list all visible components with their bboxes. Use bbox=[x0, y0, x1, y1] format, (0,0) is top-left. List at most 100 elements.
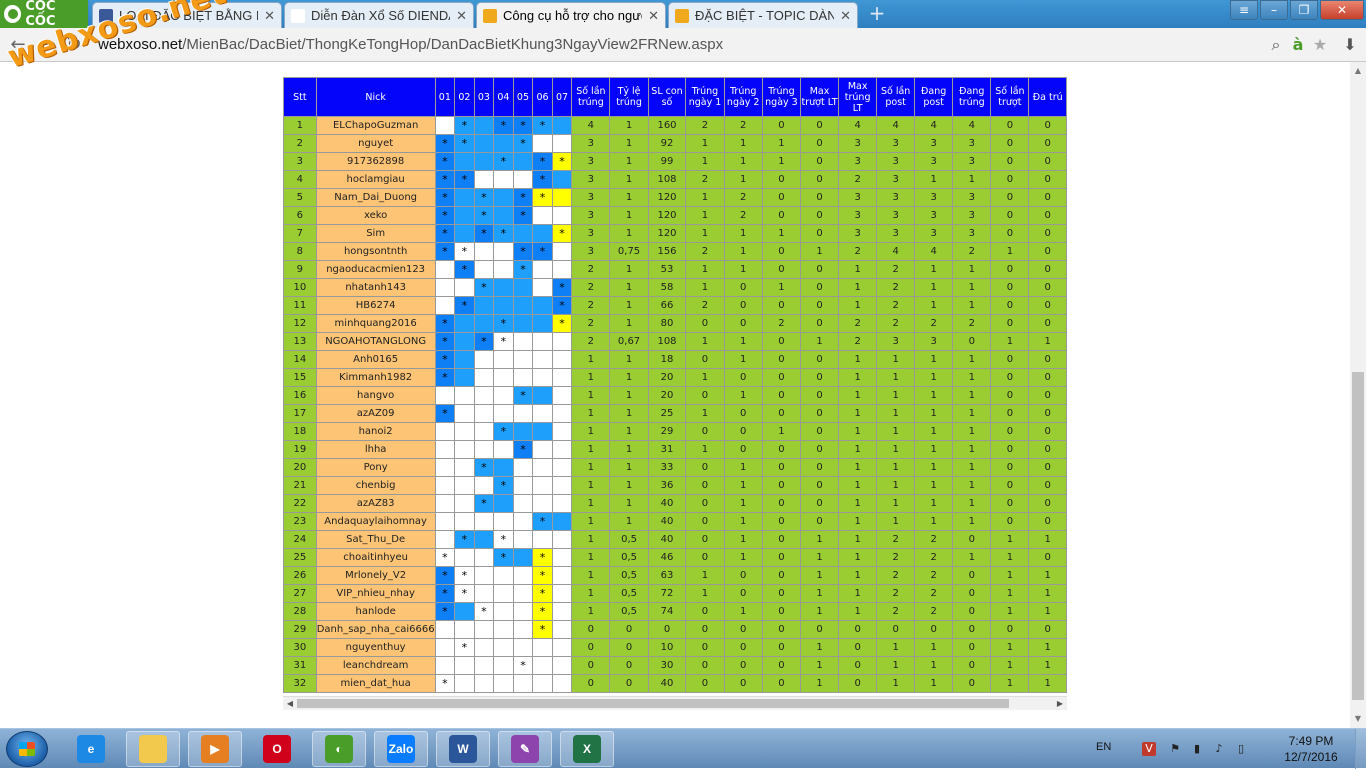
nick-cell[interactable]: 917362898 bbox=[315, 152, 436, 171]
minimize-button[interactable]: – bbox=[1260, 0, 1288, 20]
battery-icon[interactable]: ▯ bbox=[1234, 742, 1248, 756]
column-header[interactable]: 07 bbox=[551, 77, 573, 117]
day-03-cell: * bbox=[473, 224, 495, 243]
column-header[interactable]: 06 bbox=[532, 77, 553, 117]
scroll-right-icon[interactable]: ▶ bbox=[1053, 697, 1067, 710]
nick-cell[interactable]: ngaoducacmien123 bbox=[315, 260, 436, 279]
network-icon[interactable]: ▮ bbox=[1190, 742, 1204, 756]
taskbar-app[interactable]: O bbox=[250, 731, 304, 767]
nick-cell[interactable]: xeko bbox=[315, 206, 436, 225]
close-tab-icon[interactable]: ✕ bbox=[456, 8, 467, 24]
new-tab-button[interactable]: + bbox=[866, 3, 888, 24]
column-header[interactable]: 01 bbox=[434, 77, 456, 117]
nick-cell[interactable]: minhquang2016 bbox=[315, 314, 436, 333]
start-button[interactable] bbox=[6, 731, 48, 767]
nick-cell[interactable]: azAZ09 bbox=[315, 404, 436, 423]
nick-cell[interactable]: lhha bbox=[315, 440, 436, 459]
nick-cell[interactable]: hongsontnth bbox=[315, 242, 436, 261]
column-header[interactable]: Số lần trượt bbox=[990, 77, 1030, 117]
column-header[interactable]: Đang trúng bbox=[952, 77, 992, 117]
column-header[interactable]: 05 bbox=[512, 77, 534, 117]
nick-cell[interactable]: mien_dat_hua bbox=[315, 674, 436, 693]
column-header[interactable]: 04 bbox=[493, 77, 514, 117]
nick-cell[interactable]: NGOAHOTANGLONG bbox=[315, 332, 436, 351]
nick-cell[interactable]: Sim bbox=[315, 224, 436, 243]
nick-cell[interactable]: ELChapoGuzman bbox=[315, 116, 436, 135]
volume-icon[interactable]: ♪ bbox=[1212, 742, 1226, 756]
nick-cell[interactable]: hangvo bbox=[315, 386, 436, 405]
nick-cell[interactable]: hanoi2 bbox=[315, 422, 436, 441]
column-header[interactable]: Đa trú bbox=[1028, 77, 1067, 117]
window-options-button[interactable]: ≡ bbox=[1230, 0, 1258, 20]
antivirus-icon[interactable]: V bbox=[1142, 742, 1156, 756]
nick-cell[interactable]: nguyenthuy bbox=[315, 638, 436, 657]
maximize-button[interactable]: ❐ bbox=[1290, 0, 1318, 20]
column-header[interactable]: Trúng ngày 2 bbox=[723, 77, 763, 117]
taskbar-app[interactable]: X bbox=[560, 731, 614, 767]
taskbar-app[interactable]: ◐ bbox=[312, 731, 366, 767]
bookmark-star-icon[interactable]: ★ bbox=[1310, 35, 1330, 55]
nick-cell[interactable]: Anh0165 bbox=[315, 350, 436, 369]
vertical-scroll-thumb[interactable] bbox=[1352, 372, 1364, 700]
column-header[interactable]: 03 bbox=[473, 77, 495, 117]
nick-cell[interactable]: Sat_Thu_De bbox=[315, 530, 436, 549]
taskbar-app[interactable]: ✎ bbox=[498, 731, 552, 767]
column-header[interactable]: Số lần trúng bbox=[571, 77, 611, 117]
column-header[interactable]: Đang post bbox=[914, 77, 954, 117]
column-header[interactable]: Nick bbox=[315, 77, 436, 117]
nick-cell[interactable]: nhatanh143 bbox=[315, 278, 436, 297]
show-desktop-button[interactable] bbox=[1355, 729, 1366, 769]
nick-cell[interactable]: nguyet bbox=[315, 134, 436, 153]
taskbar-app[interactable]: e bbox=[64, 731, 118, 767]
nick-cell[interactable]: Pony bbox=[315, 458, 436, 477]
taskbar-app[interactable]: W bbox=[436, 731, 490, 767]
column-header[interactable]: Max trúng LT bbox=[838, 77, 878, 117]
vertical-scrollbar[interactable]: ▲ ▼ bbox=[1350, 62, 1366, 728]
stat-cell: 0 bbox=[800, 170, 840, 189]
nick-cell[interactable]: Danh_sap_nha_cai6666 bbox=[315, 620, 436, 639]
nick-cell[interactable]: VIP_nhieu_nhay bbox=[315, 584, 436, 603]
clock[interactable]: 7:49 PM 12/7/2016 bbox=[1276, 733, 1346, 765]
download-icon[interactable]: ⬇ bbox=[1340, 35, 1360, 55]
nick-cell[interactable]: chenbig bbox=[315, 476, 436, 495]
column-header[interactable]: SL con số bbox=[647, 77, 687, 117]
column-header[interactable]: Số lần post bbox=[876, 77, 916, 117]
nick-cell[interactable]: Andaquaylaihomnay bbox=[315, 512, 436, 531]
vietnamese-input-icon[interactable]: à bbox=[1288, 35, 1308, 55]
browser-tab[interactable]: Công cụ hỗ trợ cho người ✕ bbox=[476, 2, 666, 28]
column-header[interactable]: Tỷ lệ trúng bbox=[609, 77, 649, 117]
language-indicator[interactable]: EN bbox=[1096, 741, 1111, 753]
close-tab-icon[interactable]: ✕ bbox=[264, 8, 275, 24]
nick-cell[interactable]: Mrlonely_V2 bbox=[315, 566, 436, 585]
taskbar-app[interactable] bbox=[126, 731, 180, 767]
browser-tab[interactable]: Diễn Đàn Xổ Số DIENDAN ✕ bbox=[284, 2, 474, 28]
column-header[interactable]: Max trượt LT bbox=[800, 77, 840, 117]
horizontal-scrollbar[interactable]: ◀ ▶ bbox=[283, 696, 1067, 710]
nick-cell[interactable]: choaitinhyeu bbox=[315, 548, 436, 567]
column-header[interactable]: Trúng ngày 3 bbox=[761, 77, 802, 117]
nick-cell[interactable]: hoclamgiau bbox=[315, 170, 436, 189]
nick-cell[interactable]: hanlode bbox=[315, 602, 436, 621]
scroll-left-icon[interactable]: ◀ bbox=[283, 697, 297, 710]
scroll-up-icon[interactable]: ▲ bbox=[1350, 64, 1366, 78]
horizontal-scroll-thumb[interactable] bbox=[297, 699, 1009, 708]
action-center-icon[interactable]: ⚑ bbox=[1168, 742, 1182, 756]
nick-cell[interactable]: HB6274 bbox=[315, 296, 436, 315]
nick-cell[interactable]: Kimmanh1982 bbox=[315, 368, 436, 387]
stats-table-container[interactable]: Stt Nick 01 02 03 04 05 06 07 Số lần trúng Tỷ lệ t… bbox=[283, 77, 1067, 695]
browser-tab[interactable]: ĐẶC BIỆT - TOPIC DÀN Đ ✕ bbox=[668, 2, 858, 28]
column-header[interactable]: 02 bbox=[454, 77, 475, 117]
close-window-button[interactable]: ✕ bbox=[1320, 0, 1364, 20]
taskbar-app[interactable]: Zalo bbox=[374, 731, 428, 767]
close-tab-icon[interactable]: ✕ bbox=[648, 8, 659, 24]
scroll-down-icon[interactable]: ▼ bbox=[1350, 712, 1366, 726]
taskbar-app[interactable]: ▶ bbox=[188, 731, 242, 767]
close-tab-icon[interactable]: ✕ bbox=[840, 8, 851, 24]
nick-cell[interactable]: Nam_Dai_Duong bbox=[315, 188, 436, 207]
nick-cell[interactable]: azAZ83 bbox=[315, 494, 436, 513]
column-header[interactable]: Stt bbox=[283, 77, 317, 117]
zoom-icon[interactable]: ⌕ bbox=[1266, 35, 1286, 55]
column-header[interactable]: Trúng ngày 1 bbox=[685, 77, 725, 117]
address-bar[interactable]: webxoso.net/MienBac/DacBiet/ThongKeTongH… bbox=[94, 31, 1334, 59]
nick-cell[interactable]: leanchdream bbox=[315, 656, 436, 675]
